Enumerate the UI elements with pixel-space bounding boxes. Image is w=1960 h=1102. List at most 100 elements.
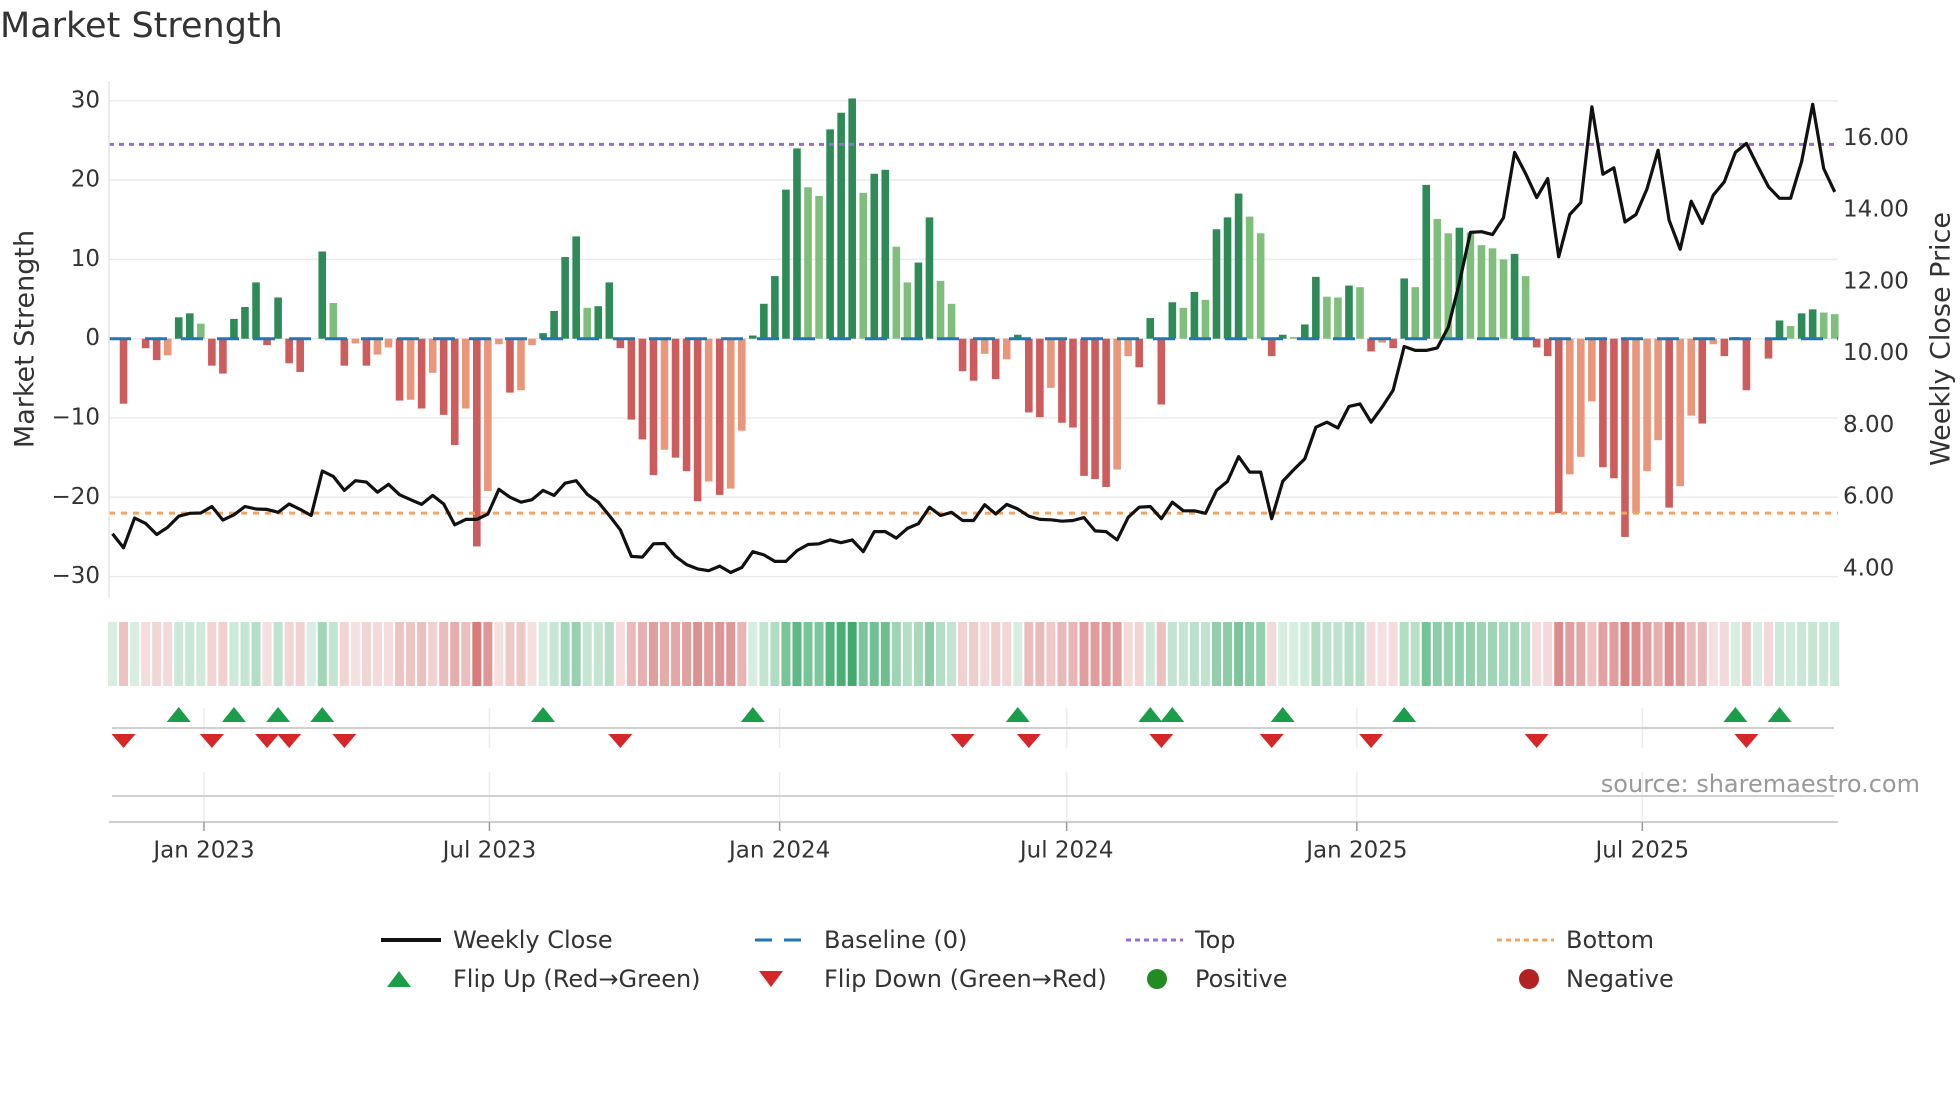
strength-bar: [1223, 217, 1232, 339]
strength-bar: [506, 338, 514, 393]
flip-down-marker: [608, 734, 633, 748]
heatmap-cell: [119, 622, 129, 686]
heatmap-cell: [384, 622, 393, 686]
legend-baseline: Baseline (0): [755, 923, 967, 957]
strength-bar: [583, 307, 592, 339]
heatmap-cell: [1046, 622, 1056, 686]
heatmap-cell: [604, 622, 614, 686]
heatmap-cell: [1686, 622, 1696, 686]
strength-bar: [771, 276, 779, 339]
strength-bar: [1113, 338, 1121, 470]
heatmap-cell: [361, 622, 371, 686]
legend-label: Top: [1195, 926, 1236, 954]
strength-bar: [572, 236, 580, 339]
strength-bar: [649, 338, 658, 476]
heatmap-cell: [273, 622, 283, 686]
heatmap-cell: [1013, 622, 1023, 686]
strength-bar: [1400, 278, 1408, 339]
y-tick-label: 0: [85, 325, 100, 351]
strength-bar: [715, 338, 724, 495]
heatmap-cell: [626, 622, 636, 686]
strength-bar: [1245, 216, 1254, 339]
heatmap-cell: [306, 622, 316, 686]
strength-bar: [1080, 338, 1088, 476]
heatmap-cell: [660, 622, 669, 686]
heatmap-cell: [1289, 622, 1299, 686]
strength-bar: [252, 282, 260, 339]
heatmap-cell: [1598, 622, 1608, 686]
heatmap-cell: [1245, 622, 1255, 686]
strength-bar: [1477, 245, 1486, 339]
strength-bar: [461, 338, 470, 409]
y2-tick-label: 8.00: [1843, 412, 1894, 438]
heatmap-cell: [1697, 622, 1707, 686]
heatmap-cell: [317, 622, 327, 686]
flip-up-marker: [740, 707, 765, 722]
legend-flip-down: Flip Down (Green→Red): [755, 962, 1107, 996]
heatmap-cell: [1499, 622, 1509, 686]
dotted-line-swatch-icon: [1497, 938, 1554, 942]
heatmap-cell: [494, 622, 504, 686]
heatmap-cell: [1620, 622, 1630, 686]
strength-bar: [826, 129, 834, 339]
strength-bar: [760, 303, 768, 339]
legend-label: Flip Up (Red→Green): [453, 965, 701, 993]
flip-up-marker: [221, 707, 246, 722]
legend-label: Weekly Close: [453, 926, 613, 954]
strength-bar: [1234, 193, 1243, 339]
heatmap-cell: [1024, 622, 1034, 686]
heatmap-cell: [130, 622, 140, 686]
heatmap-cell: [1719, 622, 1729, 686]
heatmap-cell: [262, 622, 272, 686]
strength-bar: [1510, 253, 1519, 339]
heatmap-cell: [1565, 622, 1575, 686]
heatmap-cell: [328, 622, 338, 686]
heatmap-cell: [1101, 622, 1111, 686]
strength-bar: [185, 313, 194, 339]
strength-bar: [1411, 287, 1420, 339]
strength-bar: [1588, 338, 1596, 402]
flip-up-marker: [1005, 707, 1030, 722]
heatmap-cell: [505, 622, 515, 686]
axes: 30 20 10 0 −10 −20 −30 16.00 14.00 12.00 10.00 8.00…: [51, 81, 1909, 864]
heatmap-cell: [1333, 622, 1343, 686]
strength-bar: [693, 338, 702, 502]
flip-down-marker: [332, 734, 357, 748]
strength-bar: [815, 195, 823, 339]
strength-bar: [450, 338, 459, 445]
strength-bar: [1499, 259, 1508, 339]
legend-negative: Negative: [1497, 962, 1674, 996]
strength-bar: [1036, 338, 1044, 418]
strength-bar: [1323, 296, 1331, 339]
strength-bar: [1698, 338, 1707, 424]
heatmap-cell: [1134, 622, 1144, 686]
heatmap-cell: [1300, 622, 1310, 686]
heatmap-cell: [1068, 622, 1078, 686]
strength-bar: [1643, 338, 1651, 472]
strength-bar: [1157, 338, 1166, 405]
heatmap-cell: [671, 622, 681, 686]
heatmap-cell: [196, 622, 206, 686]
strength-bar: [1830, 314, 1839, 339]
heatmap-cell: [1797, 622, 1807, 686]
heatmap-cell: [1443, 622, 1453, 686]
heatmap-cell: [924, 622, 934, 686]
strength-bar: [1102, 338, 1110, 487]
strength-bar: [1676, 338, 1684, 487]
strength-bar: [1687, 338, 1696, 416]
heatmap-cell: [814, 622, 824, 686]
strength-bar: [704, 338, 713, 482]
strength-bar: [561, 257, 569, 339]
y2-tick-label: 6.00: [1843, 484, 1894, 510]
strength-bar: [1764, 338, 1773, 359]
strength-bar: [329, 303, 338, 339]
flip-up-marker: [1138, 707, 1163, 722]
strength-bar: [1610, 338, 1618, 479]
circle-red-icon: [1519, 969, 1539, 989]
strength-bar: [958, 338, 967, 372]
strength-bar: [605, 282, 614, 339]
strength-bar: [1819, 312, 1828, 339]
strength-bar: [737, 338, 746, 431]
strength-bar: [837, 112, 845, 339]
triangle-down-icon: [759, 971, 783, 987]
